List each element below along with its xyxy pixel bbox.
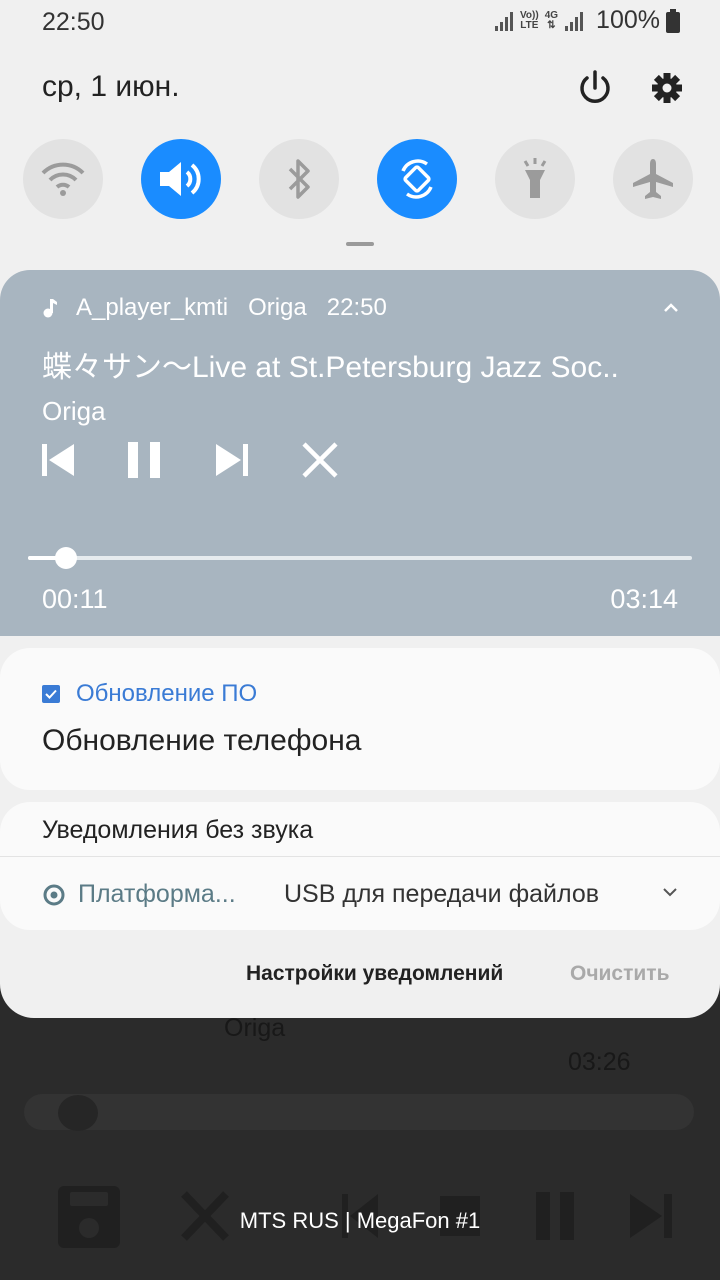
silent-header: Уведомления без звука [42,816,314,844]
background-seekbar-thumb [58,1095,98,1131]
expand-handle[interactable] [346,242,374,246]
chevron-down-icon[interactable] [662,886,678,898]
airplane-mode-toggle[interactable] [613,139,693,219]
usb-notification[interactable]: Платформа... USB для передачи файлов [42,880,682,909]
flashlight-icon [523,158,547,198]
previous-track-button[interactable] [36,438,80,482]
signal-icon [495,11,513,31]
flashlight-toggle[interactable] [495,139,575,219]
media-header: A_player_kmti Origa 22:50 [42,294,407,322]
status-bar: 22:50 Vo)) LTE 4G ⇅ 100% [0,0,720,44]
notification-settings-button[interactable]: Настройки уведомлений [246,962,503,986]
divider [0,856,720,857]
status-time: 22:50 [42,8,105,36]
notification-shade: 22:50 Vo)) LTE 4G ⇅ 100% ср, 1 июн. A_pl… [0,0,720,1018]
usb-app-name: Платформа... [78,880,236,908]
music-note-icon [43,299,57,318]
clear-button[interactable]: Очистить [570,962,670,986]
network-4g-indicator: 4G ⇅ [544,9,559,31]
quick-settings [23,139,703,221]
background-seekbar [24,1094,694,1130]
volume-icon [160,162,201,196]
auto-rotate-toggle[interactable] [377,139,457,219]
signal-icon [565,11,584,31]
wifi-toggle[interactable] [23,139,103,219]
media-seekbar[interactable] [28,556,692,560]
update-notification[interactable]: Обновление ПО Обновление телефона [0,648,720,790]
carrier-label: MTS RUS | MegaFon #1 [239,1208,481,1233]
media-seekbar-thumb[interactable] [54,547,77,569]
media-elapsed-time: 00:11 [42,584,108,614]
status-icons: Vo)) LTE 4G ⇅ 100% [494,6,680,35]
wifi-icon [41,162,85,196]
sound-toggle[interactable] [141,139,221,219]
media-duration: 03:14 [610,584,678,614]
bluetooth-toggle[interactable] [259,139,339,219]
media-header-time: 22:50 [326,294,387,321]
background-app-artist: Origa [224,1014,286,1042]
collapse-icon[interactable] [662,302,680,314]
checkbox-icon [42,685,60,703]
silent-notifications: Уведомления без звука Платформа... USB д… [0,802,720,930]
update-app-name: Обновление ПО [76,680,258,707]
update-app-header: Обновление ПО [42,680,257,708]
background-app-time: 03:26 [568,1048,631,1076]
date-label: ср, 1 июн. [42,70,180,103]
android-system-icon [43,884,65,905]
volte-indicator: Vo)) LTE [520,9,539,31]
usb-message: USB для передачи файлов [284,880,600,908]
update-text: Обновление телефона [42,724,362,757]
power-icon[interactable] [573,66,617,110]
battery-icon [666,8,680,33]
media-app-name: A_player_kmti [76,294,229,321]
media-title: 蝶々サン〜Live at St.Petersburg Jazz Soc.. [42,351,619,384]
close-button[interactable] [298,438,342,482]
pause-button[interactable] [122,438,166,482]
next-track-button[interactable] [210,438,254,482]
airplane-icon [633,159,673,199]
notification-actions: Настройки уведомлений Очистить [0,950,720,1000]
battery-percent: 100% [596,6,660,34]
media-header-artist: Origa [248,294,307,321]
gear-icon[interactable] [645,66,689,110]
bluetooth-icon [288,159,310,199]
media-artist: Origa [42,396,106,426]
media-notification[interactable]: A_player_kmti Origa 22:50 蝶々サン〜Live at S… [0,270,720,636]
auto-rotate-icon [401,159,433,199]
